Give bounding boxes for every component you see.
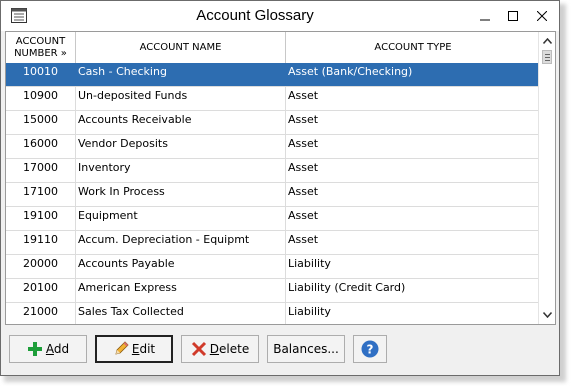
grid-rows: 10010 Cash - Checking Asset (Bank/Checki… — [6, 63, 540, 324]
account-number-cell: 19110 — [6, 231, 76, 254]
balances-button[interactable]: Balances... — [267, 335, 345, 363]
table-row[interactable]: 17100 Work In Process Asset — [6, 183, 540, 207]
account-number-cell: 20100 — [6, 279, 76, 302]
account-name-cell: Accum. Depreciation - Equipmt — [76, 231, 286, 254]
table-row[interactable]: 20100 American Express Liability (Credit… — [6, 279, 540, 303]
table-row[interactable]: 19110 Accum. Depreciation - Equipmt Asse… — [6, 231, 540, 255]
table-row[interactable]: 16000 Vendor Deposits Asset — [6, 135, 540, 159]
close-icon — [537, 11, 547, 21]
chevron-down-icon — [542, 312, 552, 318]
account-type-cell: Asset (Bank/Checking) — [288, 65, 413, 78]
account-name-cell: Vendor Deposits — [76, 135, 286, 158]
account-type-cell: Asset — [288, 137, 319, 150]
account-number-cell: 10900 — [6, 87, 76, 110]
table-row[interactable]: 10010 Cash - Checking Asset (Bank/Checki… — [6, 63, 540, 87]
account-number-cell: 19100 — [6, 207, 76, 230]
button-bar: Add Edit Delete Balances... ? — [5, 326, 556, 372]
account-name-cell: Accounts Receivable — [76, 111, 286, 134]
close-button[interactable] — [528, 5, 556, 27]
account-name-cell: Cash - Checking — [76, 63, 286, 86]
column-header-account-type[interactable]: ACCOUNT TYPE — [286, 32, 540, 63]
account-number-cell: 20000 — [6, 255, 76, 278]
edit-button[interactable]: Edit — [95, 335, 173, 363]
table-row[interactable]: 17000 Inventory Asset — [6, 159, 540, 183]
vertical-scrollbar[interactable] — [538, 32, 555, 324]
account-type-cell: Asset — [288, 233, 319, 246]
grid-header: ACCOUNT NUMBER » ACCOUNT NAME ACCOUNT TY… — [6, 32, 540, 64]
column-header-label: ACCOUNT TYPE — [374, 41, 452, 53]
account-type-cell: Liability — [288, 305, 331, 318]
column-header-account-name[interactable]: ACCOUNT NAME — [76, 32, 286, 63]
account-name-cell: Sales Tax Collected — [76, 303, 286, 324]
account-name-cell: Un-deposited Funds — [76, 87, 286, 110]
account-glossary-window: Account Glossary ACCOUNT NUMBER » ACCOUN… — [0, 0, 560, 376]
account-type-cell: Asset — [288, 113, 319, 126]
edit-button-label: Edit — [131, 342, 156, 356]
account-name-cell: Work In Process — [76, 183, 286, 206]
scroll-thumb[interactable] — [542, 50, 552, 64]
account-number-cell: 21000 — [6, 303, 76, 324]
table-row[interactable]: 21000 Sales Tax Collected Liability — [6, 303, 540, 324]
account-number-cell: 17100 — [6, 183, 76, 206]
add-button[interactable]: Add — [9, 335, 87, 363]
account-name-cell: Inventory — [76, 159, 286, 182]
account-number-cell: 17000 — [6, 159, 76, 182]
column-header-account-number[interactable]: ACCOUNT NUMBER » — [6, 32, 76, 63]
account-number-cell: 16000 — [6, 135, 76, 158]
chevron-up-icon — [542, 38, 552, 44]
column-header-line1: ACCOUNT — [15, 35, 66, 47]
delete-button[interactable]: Delete — [181, 335, 259, 363]
help-button[interactable]: ? — [353, 335, 387, 363]
account-name-cell: Accounts Payable — [76, 255, 286, 278]
table-row[interactable]: 15000 Accounts Receivable Asset — [6, 111, 540, 135]
table-row[interactable]: 20000 Accounts Payable Liability — [6, 255, 540, 279]
account-grid: ACCOUNT NUMBER » ACCOUNT NAME ACCOUNT TY… — [5, 31, 556, 325]
account-name-cell: Equipment — [76, 207, 286, 230]
column-header-line2: NUMBER » — [14, 47, 67, 59]
account-number-cell: 10010 — [6, 63, 76, 86]
account-number-cell: 15000 — [6, 111, 76, 134]
add-button-label: Add — [45, 342, 70, 356]
balances-button-label: Balances... — [273, 342, 339, 356]
scroll-down-button[interactable] — [539, 308, 555, 322]
delete-button-label: Delete — [209, 342, 250, 356]
scroll-up-button[interactable] — [539, 34, 555, 48]
minimize-icon — [480, 19, 490, 21]
table-row[interactable]: 10900 Un-deposited Funds Asset — [6, 87, 540, 111]
title-bar: Account Glossary — [1, 1, 559, 31]
column-header-label: ACCOUNT NAME — [139, 41, 222, 53]
help-icon: ? — [361, 340, 379, 358]
account-name-cell: American Express — [76, 279, 286, 302]
maximize-icon — [508, 11, 518, 21]
account-type-cell: Asset — [288, 209, 319, 222]
account-type-cell: Asset — [288, 89, 319, 102]
window-title: Account Glossary — [196, 7, 314, 24]
account-type-cell: Liability (Credit Card) — [288, 281, 406, 294]
minimize-button[interactable] — [471, 5, 499, 27]
maximize-button[interactable] — [499, 5, 527, 27]
x-icon — [191, 341, 207, 357]
account-type-cell: Liability — [288, 257, 331, 270]
account-type-cell: Asset — [288, 185, 319, 198]
help-glyph: ? — [367, 343, 374, 357]
table-row[interactable]: 19100 Equipment Asset — [6, 207, 540, 231]
plus-icon — [27, 341, 43, 357]
pencil-icon — [113, 341, 129, 357]
account-type-cell: Asset — [288, 161, 319, 174]
